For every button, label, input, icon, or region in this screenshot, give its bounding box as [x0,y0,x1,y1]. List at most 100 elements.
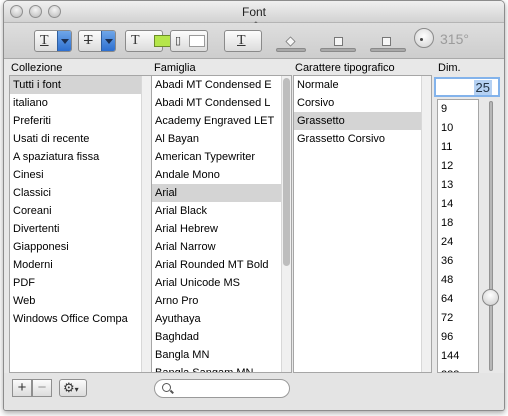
collection-item[interactable]: Web [10,292,151,310]
family-list[interactable]: Abadi MT Condensed E Abadi MT Condensed L… [151,75,292,373]
size-option[interactable]: 10 [438,119,478,138]
family-item[interactable]: Bangla Sangam MN [152,364,291,372]
family-item[interactable]: Arial [152,184,291,202]
add-collection-button[interactable]: + [12,379,32,397]
size-slider-track[interactable] [489,101,493,371]
size-header: Dim. [438,62,461,74]
shadow-angle-knob[interactable] [414,28,434,48]
search-input[interactable] [175,381,283,396]
text-shadow-button[interactable]: T [224,30,262,52]
size-option[interactable]: 96 [438,328,478,347]
collection-scrollbar[interactable] [141,76,151,372]
typeface-scrollbar[interactable] [421,76,431,372]
document-color-swatch [189,35,205,47]
underline-style-button[interactable]: T [34,30,72,52]
collection-item[interactable]: Tutti i font [10,76,151,94]
collection-item[interactable]: Usati di recente [10,130,151,148]
size-option[interactable]: 48 [438,271,478,290]
collection-item[interactable]: Classici [10,184,151,202]
family-header: Famiglia [154,62,196,74]
text-color-icon: T [131,33,140,48]
collection-list[interactable]: Tutti i font italiano Preferiti Usati di re… [9,75,152,373]
slider-track [370,48,406,52]
chevron-down-icon: ▾ [74,385,79,394]
size-option[interactable]: 13 [438,176,478,195]
family-item[interactable]: Arial Narrow [152,238,291,256]
collection-item[interactable]: Moderni [10,256,151,274]
collection-item[interactable]: PDF [10,274,151,292]
family-item[interactable]: Ayuthaya [152,310,291,328]
size-option[interactable]: 72 [438,309,478,328]
family-scroll-thumb[interactable] [283,78,290,266]
typeface-list[interactable]: Normale Corsivo Grassetto Grassetto Corsivo [293,75,432,373]
size-option[interactable]: 24 [438,233,478,252]
slider-track [320,48,356,52]
size-option[interactable]: 14 [438,195,478,214]
size-option[interactable]: 36 [438,252,478,271]
family-item[interactable]: Arial Black [152,202,291,220]
shadow-opacity-slider[interactable] [276,36,306,55]
underline-icon: T [40,33,49,48]
collection-item[interactable]: Coreani [10,202,151,220]
slider-track [276,48,306,52]
typeface-item[interactable]: Normale [294,76,431,94]
family-item[interactable]: Arial Rounded MT Bold [152,256,291,274]
family-items: Abadi MT Condensed E Abadi MT Condensed L… [152,76,291,372]
text-color-button[interactable]: T [125,30,172,52]
strikethrough-icon: T [84,33,93,48]
size-option[interactable]: 288 [438,366,478,372]
chevron-down-icon[interactable] [101,31,115,51]
size-field[interactable]: 25 [434,77,500,97]
slider-knob[interactable] [285,36,296,47]
collection-item[interactable]: Preferiti [10,112,151,130]
size-option[interactable]: 64 [438,290,478,309]
family-item[interactable]: Academy Engraved LET [152,112,291,130]
family-item[interactable]: Abadi MT Condensed E [152,76,291,94]
document-icon: ▯ [175,35,182,47]
family-item[interactable]: Bangla MN [152,346,291,364]
chevron-down-icon[interactable] [57,31,71,51]
shadow-offset-slider[interactable] [370,37,406,55]
title-bar[interactable]: Font ⏶ [4,1,504,27]
strikethrough-style-button[interactable]: T [78,30,116,52]
typeface-header: Carattere tipografico [295,62,395,74]
typeface-item[interactable]: Corsivo [294,94,431,112]
family-item[interactable]: Baghdad [152,328,291,346]
size-option[interactable]: 18 [438,214,478,233]
gear-icon: ⚙ [63,380,75,395]
shadow-angle-value: 315° [440,31,469,47]
document-color-button[interactable]: ▯ [170,30,208,52]
collection-item[interactable]: Giapponesi [10,238,151,256]
collection-item[interactable]: Cinesi [10,166,151,184]
collection-item[interactable]: Divertenti [10,220,151,238]
size-option[interactable]: 144 [438,347,478,366]
remove-collection-button[interactable]: − [32,379,52,397]
typeface-item[interactable]: Grassetto [294,112,431,130]
size-value[interactable]: 25 [473,80,492,95]
size-slider-knob[interactable] [482,289,499,306]
size-option[interactable]: 12 [438,157,478,176]
font-panel-window: Font ⏶ T T T ▯ T [3,0,505,411]
family-item[interactable]: Andale Mono [152,166,291,184]
search-field[interactable] [154,379,290,398]
family-item[interactable]: Arial Unicode MS [152,274,291,292]
size-option[interactable]: 9 [438,100,478,119]
shadow-blur-slider[interactable] [320,37,356,55]
window-title: Font [241,5,266,19]
family-item[interactable]: Arial Hebrew [152,220,291,238]
typeface-item[interactable]: Grassetto Corsivo [294,130,431,148]
size-list[interactable]: 9101112131418243648647296144288 [437,99,479,373]
family-item[interactable]: Al Bayan [152,130,291,148]
collection-item[interactable]: A spaziatura fissa [10,148,151,166]
action-menu-button[interactable]: ⚙▾ [59,379,87,397]
slider-knob[interactable] [334,37,343,46]
collection-item[interactable]: italiano [10,94,151,112]
size-option[interactable]: 11 [438,138,478,157]
family-item[interactable]: American Typewriter [152,148,291,166]
bottom-bar: + − ⚙▾ [4,373,504,410]
family-item[interactable]: Arno Pro [152,292,291,310]
family-item[interactable]: Abadi MT Condensed L [152,94,291,112]
collection-item[interactable]: Windows Office Compa [10,310,151,328]
family-scrollbar[interactable] [281,76,291,372]
slider-knob[interactable] [382,37,391,46]
